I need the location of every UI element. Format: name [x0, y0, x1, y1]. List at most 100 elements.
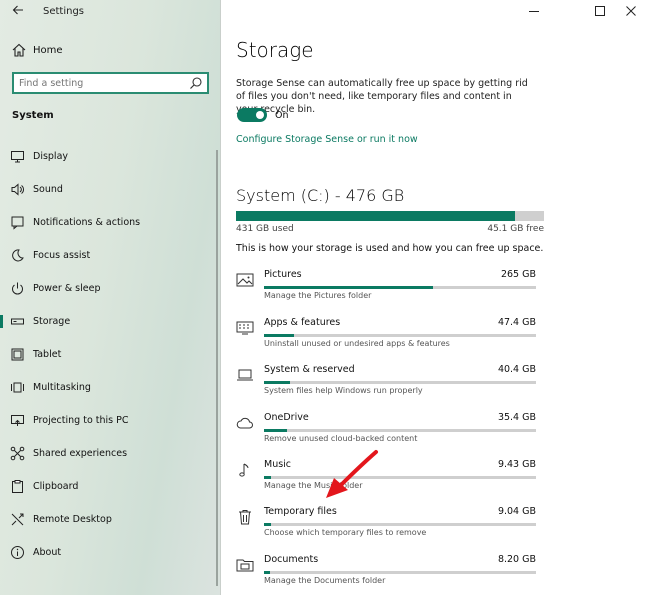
- category-name: OneDrive: [264, 412, 309, 423]
- category-size: 265 GB: [500, 269, 536, 280]
- storage-icon: [11, 318, 24, 325]
- sidebar-item-label: Storage: [33, 316, 71, 327]
- category-music[interactable]: Music 9.43 GB Manage the Music folder: [236, 459, 541, 499]
- sidebar: Settings Home System Display Sound Notif…: [0, 0, 221, 595]
- category-apps-features[interactable]: Apps & features 47.4 GB Uninstall unused…: [236, 317, 541, 357]
- drive-used-label: 431 GB used: [236, 224, 294, 234]
- category-name: Pictures: [264, 269, 302, 280]
- category-size: 40.4 GB: [497, 364, 536, 375]
- close-button[interactable]: [620, 4, 642, 20]
- sidebar-item-notifications[interactable]: Notifications & actions: [0, 206, 214, 239]
- music-icon: [239, 463, 249, 477]
- drive-free-label: 45.1 GB free: [487, 224, 544, 234]
- tablet-icon: [11, 348, 24, 361]
- sidebar-item-display[interactable]: Display: [0, 140, 214, 173]
- category-name: System & reserved: [264, 364, 355, 375]
- sidebar-scrollbar[interactable]: [216, 150, 218, 586]
- multitasking-icon: [11, 382, 24, 393]
- storage-sense-toggle[interactable]: [237, 108, 267, 122]
- sidebar-home[interactable]: Home: [11, 40, 63, 60]
- toggle-state-label: On: [275, 110, 289, 121]
- sidebar-item-label: Remote Desktop: [33, 514, 112, 525]
- sidebar-item-label: Sound: [33, 184, 63, 195]
- sidebar-item-focus-assist[interactable]: Focus assist: [0, 239, 214, 272]
- category-bar-fill: [264, 334, 294, 337]
- sidebar-item-storage[interactable]: Storage: [0, 305, 214, 338]
- sidebar-item-label: Notifications & actions: [33, 217, 141, 228]
- window-title: Settings: [43, 6, 85, 17]
- category-pictures[interactable]: Pictures 265 GB Manage the Pictures fold…: [236, 269, 541, 309]
- category-subtitle: Manage the Pictures folder: [264, 291, 372, 300]
- category-subtitle: Manage the Music folder: [264, 481, 363, 490]
- category-bar: [264, 381, 536, 384]
- power-icon: [12, 282, 23, 295]
- category-bar: [264, 334, 536, 337]
- category-name: Apps & features: [264, 317, 341, 328]
- sidebar-item-multitasking[interactable]: Multitasking: [0, 371, 214, 404]
- sidebar-item-label: Shared experiences: [33, 448, 128, 459]
- sidebar-item-sound[interactable]: Sound: [0, 173, 214, 206]
- category-temporary-files[interactable]: Temporary files 9.04 GB Choose which tem…: [236, 506, 541, 546]
- search-box[interactable]: [12, 72, 209, 94]
- category-bar: [264, 571, 536, 574]
- usage-description: This is how your storage is used and how…: [236, 243, 544, 254]
- minimize-button[interactable]: [523, 4, 545, 20]
- sidebar-item-power-sleep[interactable]: Power & sleep: [0, 272, 214, 305]
- drive-usage-bar: [236, 211, 544, 221]
- cloud-icon: [236, 417, 253, 429]
- sidebar-item-label: Projecting to this PC: [33, 415, 129, 426]
- shared-icon: [10, 446, 25, 461]
- maximize-button[interactable]: [589, 4, 611, 20]
- category-bar: [264, 523, 536, 526]
- notifications-icon: [11, 216, 24, 230]
- category-bar-fill: [264, 286, 433, 289]
- sidebar-item-projecting[interactable]: Projecting to this PC: [0, 404, 214, 437]
- home-icon: [12, 43, 26, 57]
- sidebar-item-label: Clipboard: [33, 481, 79, 492]
- category-subtitle: Manage the Documents folder: [264, 576, 386, 585]
- category-size: 9.04 GB: [497, 506, 536, 517]
- category-name: Music: [264, 459, 292, 470]
- category-name: Documents: [264, 554, 319, 565]
- category-bar-fill: [264, 381, 290, 384]
- category-system-reserved[interactable]: System & reserved 40.4 GB System files h…: [236, 364, 541, 404]
- sidebar-item-shared-experiences[interactable]: Shared experiences: [0, 437, 214, 470]
- home-label: Home: [33, 44, 63, 56]
- display-icon: [11, 151, 24, 163]
- laptop-icon: [237, 369, 253, 381]
- sidebar-item-label: Focus assist: [33, 250, 91, 261]
- documents-icon: [236, 559, 254, 572]
- category-documents[interactable]: Documents 8.20 GB Manage the Documents f…: [236, 554, 541, 594]
- category-subtitle: System files help Windows run properly: [264, 386, 423, 395]
- sound-icon: [11, 183, 24, 196]
- sidebar-item-remote-desktop[interactable]: Remote Desktop: [0, 503, 214, 536]
- projecting-icon: [11, 415, 24, 426]
- category-name: Temporary files: [264, 506, 337, 517]
- category-bar-fill: [264, 571, 270, 574]
- search-icon[interactable]: [189, 76, 203, 90]
- category-subtitle: Choose which temporary files to remove: [264, 528, 427, 537]
- category-size: 35.4 GB: [497, 412, 536, 423]
- category-onedrive[interactable]: OneDrive 35.4 GB Remove unused cloud-bac…: [236, 412, 541, 452]
- main-content: Storage Storage Sense can automatically …: [221, 0, 648, 595]
- minimize-icon: [529, 11, 539, 12]
- back-button[interactable]: [8, 3, 28, 23]
- category-bar: [264, 286, 536, 289]
- sidebar-item-about[interactable]: About: [0, 536, 214, 569]
- sidebar-item-clipboard[interactable]: Clipboard: [0, 470, 214, 503]
- clipboard-icon: [12, 480, 23, 493]
- search-input[interactable]: [19, 76, 187, 90]
- sidebar-item-tablet[interactable]: Tablet: [0, 338, 214, 371]
- sidebar-item-label: Multitasking: [33, 382, 91, 393]
- sidebar-item-label: Power & sleep: [33, 283, 101, 294]
- pictures-icon: [236, 273, 254, 287]
- category-bar-fill: [264, 429, 288, 432]
- remote-desktop-icon: [11, 513, 24, 526]
- category-size: 9.43 GB: [497, 459, 536, 470]
- category-bar-fill: [264, 523, 271, 526]
- category-subtitle: Uninstall unused or undesired apps & fea…: [264, 339, 450, 348]
- apps-icon: [236, 321, 254, 335]
- configure-storage-sense-link[interactable]: Configure Storage Sense or run it now: [236, 134, 418, 145]
- trash-icon: [239, 510, 251, 525]
- moon-icon: [12, 249, 24, 262]
